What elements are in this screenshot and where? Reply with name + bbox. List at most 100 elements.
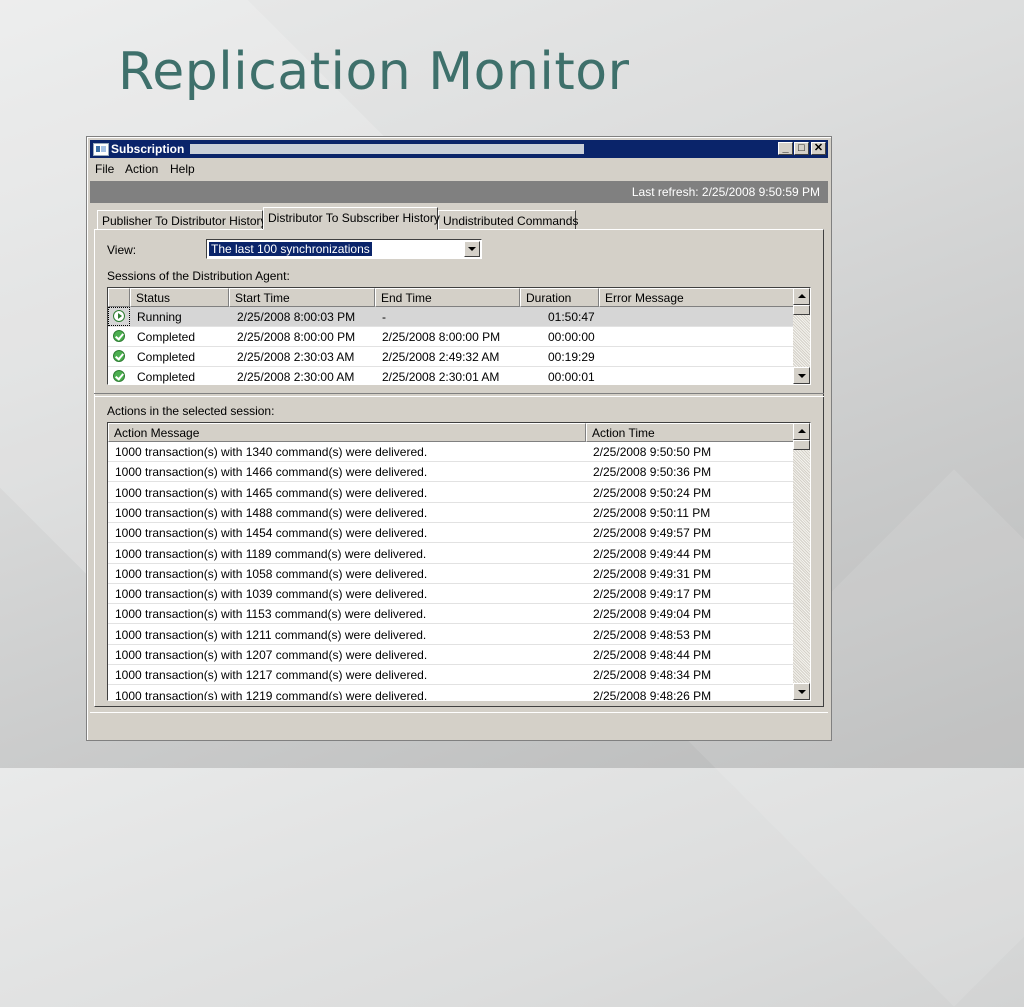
- minimize-button[interactable]: _: [778, 142, 793, 155]
- action-time: 2/25/2008 9:48:34 PM: [593, 668, 712, 683]
- action-row[interactable]: 1000 transaction(s) with 1058 command(s)…: [108, 564, 810, 584]
- actions-label: Actions in the selected session:: [107, 404, 275, 418]
- session-status: Completed: [137, 370, 196, 384]
- column-header-start-time[interactable]: Start Time: [229, 288, 375, 307]
- column-header-duration[interactable]: Duration: [520, 288, 599, 307]
- session-start-time: 2/25/2008 8:00:00 PM: [237, 330, 356, 344]
- session-row[interactable]: Completed 2/25/2008 8:00:00 PM 2/25/2008…: [108, 327, 810, 347]
- tab-undistributed-commands[interactable]: Undistributed Commands: [438, 210, 578, 230]
- session-start-time: 2/25/2008 8:00:03 PM: [237, 310, 356, 324]
- scroll-thumb[interactable]: [793, 440, 810, 450]
- view-dropdown-value: The last 100 synchronizations: [208, 241, 373, 257]
- scroll-thumb[interactable]: [793, 305, 810, 315]
- session-duration: 01:50:47: [548, 310, 595, 324]
- close-button[interactable]: ✕: [811, 142, 826, 155]
- action-row[interactable]: 1000 transaction(s) with 1465 command(s)…: [108, 483, 810, 503]
- scroll-up-button[interactable]: [793, 423, 810, 440]
- action-row[interactable]: 1000 transaction(s) with 1466 command(s)…: [108, 462, 810, 483]
- session-status: Completed: [137, 350, 196, 364]
- sessions-scrollbar[interactable]: [793, 288, 810, 384]
- action-message: 1000 transaction(s) with 1058 command(s)…: [115, 566, 428, 581]
- action-row[interactable]: 1000 transaction(s) with 1207 command(s)…: [108, 645, 810, 665]
- session-end-time: 2/25/2008 8:00:00 PM: [382, 330, 501, 344]
- actions-grid[interactable]: Action Message Action Time 1000 transact…: [107, 422, 811, 701]
- action-row[interactable]: 1000 transaction(s) with 1454 command(s)…: [108, 523, 810, 544]
- action-time: 2/25/2008 9:48:53 PM: [593, 627, 712, 642]
- session-end-time: -: [382, 310, 386, 324]
- action-row[interactable]: 1000 transaction(s) with 1189 command(s)…: [108, 544, 810, 564]
- maximize-button[interactable]: □: [794, 142, 809, 155]
- session-end-time: 2/25/2008 2:49:32 AM: [382, 350, 500, 364]
- scroll-down-button[interactable]: [793, 683, 810, 700]
- session-start-time: 2/25/2008 2:30:03 AM: [237, 350, 355, 364]
- running-icon: [113, 310, 125, 322]
- pane-splitter[interactable]: [94, 393, 824, 397]
- action-row[interactable]: 1000 transaction(s) with 1340 command(s)…: [108, 442, 810, 462]
- scroll-down-button[interactable]: [793, 367, 810, 384]
- status-strip: [90, 712, 828, 737]
- action-time: 2/25/2008 9:49:17 PM: [593, 587, 712, 602]
- completed-icon: [113, 330, 125, 342]
- session-duration: 00:00:00: [548, 330, 595, 344]
- action-row[interactable]: 1000 transaction(s) with 1039 command(s)…: [108, 584, 810, 605]
- action-row[interactable]: 1000 transaction(s) with 1211 command(s)…: [108, 625, 810, 645]
- session-duration: 00:19:29: [548, 350, 595, 364]
- tab-distributor-to-subscriber[interactable]: Distributor To Subscriber History: [263, 207, 440, 230]
- action-time: 2/25/2008 9:48:44 PM: [593, 648, 712, 662]
- menu-action[interactable]: Action: [125, 162, 158, 176]
- sessions-grid[interactable]: Status Start Time End Time Duration Erro…: [107, 287, 811, 385]
- action-message: 1000 transaction(s) with 1454 command(s)…: [115, 526, 428, 541]
- view-label: View:: [107, 243, 137, 257]
- action-message: 1000 transaction(s) with 1219 command(s)…: [115, 688, 428, 701]
- action-time: 2/25/2008 9:49:57 PM: [593, 526, 712, 541]
- slide-title: Replication Monitor: [118, 42, 630, 102]
- action-time: 2/25/2008 9:50:36 PM: [593, 465, 712, 480]
- action-row[interactable]: 1000 transaction(s) with 1219 command(s)…: [108, 686, 810, 701]
- last-refresh-text: Last refresh: 2/25/2008 9:50:59 PM: [631, 185, 820, 199]
- action-message: 1000 transaction(s) with 1465 command(s)…: [115, 485, 428, 500]
- menu-file[interactable]: File: [95, 162, 114, 176]
- action-time: 2/25/2008 9:49:04 PM: [593, 607, 712, 622]
- session-row[interactable]: Running 2/25/2008 8:00:03 PM - 01:50:47: [108, 307, 810, 327]
- action-message: 1000 transaction(s) with 1153 command(s)…: [115, 607, 427, 622]
- action-time: 2/25/2008 9:49:31 PM: [593, 566, 712, 581]
- window-app-icon: [93, 143, 109, 156]
- action-time: 2/25/2008 9:50:11 PM: [593, 505, 711, 520]
- menu-bar: File Action Help: [90, 160, 828, 178]
- column-header-action-message[interactable]: Action Message: [108, 423, 586, 442]
- session-start-time: 2/25/2008 2:30:00 AM: [237, 370, 355, 384]
- action-time: 2/25/2008 9:49:44 PM: [593, 546, 712, 561]
- session-row[interactable]: Completed 2/25/2008 2:30:00 AM 2/25/2008…: [108, 367, 810, 384]
- column-header-error-message[interactable]: Error Message: [599, 288, 795, 307]
- session-end-time: 2/25/2008 2:30:01 AM: [382, 370, 500, 384]
- column-header-icon: [108, 288, 130, 307]
- completed-icon: [113, 370, 125, 382]
- action-time: 2/25/2008 9:48:26 PM: [593, 688, 712, 701]
- window-title-bar[interactable]: Subscription _ □ ✕: [90, 140, 828, 158]
- action-message: 1000 transaction(s) with 1039 command(s)…: [115, 587, 428, 602]
- session-row[interactable]: Completed 2/25/2008 2:30:03 AM 2/25/2008…: [108, 347, 810, 367]
- action-message: 1000 transaction(s) with 1466 command(s)…: [115, 465, 428, 480]
- scroll-up-button[interactable]: [793, 288, 810, 305]
- action-message: 1000 transaction(s) with 1488 command(s)…: [115, 505, 428, 520]
- action-row[interactable]: 1000 transaction(s) with 1217 command(s)…: [108, 665, 810, 686]
- action-row[interactable]: 1000 transaction(s) with 1488 command(s)…: [108, 503, 810, 523]
- column-header-end-time[interactable]: End Time: [375, 288, 520, 307]
- completed-icon: [113, 350, 125, 362]
- actions-scrollbar[interactable]: [793, 423, 810, 700]
- action-row[interactable]: 1000 transaction(s) with 1153 command(s)…: [108, 604, 810, 625]
- column-header-action-time[interactable]: Action Time: [586, 423, 795, 442]
- action-message: 1000 transaction(s) with 1207 command(s)…: [115, 648, 428, 662]
- chevron-down-icon[interactable]: [464, 241, 480, 257]
- menu-help[interactable]: Help: [170, 162, 195, 176]
- action-time: 2/25/2008 9:50:50 PM: [593, 445, 712, 459]
- session-status: Completed: [137, 330, 196, 344]
- tab-publisher-to-distributor[interactable]: Publisher To Distributor History: [97, 210, 267, 230]
- column-header-status[interactable]: Status: [130, 288, 229, 307]
- window-title: Subscription: [111, 142, 185, 156]
- view-dropdown[interactable]: The last 100 synchronizations: [206, 239, 482, 259]
- action-message: 1000 transaction(s) with 1340 command(s)…: [115, 445, 428, 459]
- session-duration: 00:00:01: [548, 370, 595, 384]
- action-message: 1000 transaction(s) with 1217 command(s)…: [115, 668, 428, 683]
- refresh-bar: Last refresh: 2/25/2008 9:50:59 PM: [90, 181, 828, 203]
